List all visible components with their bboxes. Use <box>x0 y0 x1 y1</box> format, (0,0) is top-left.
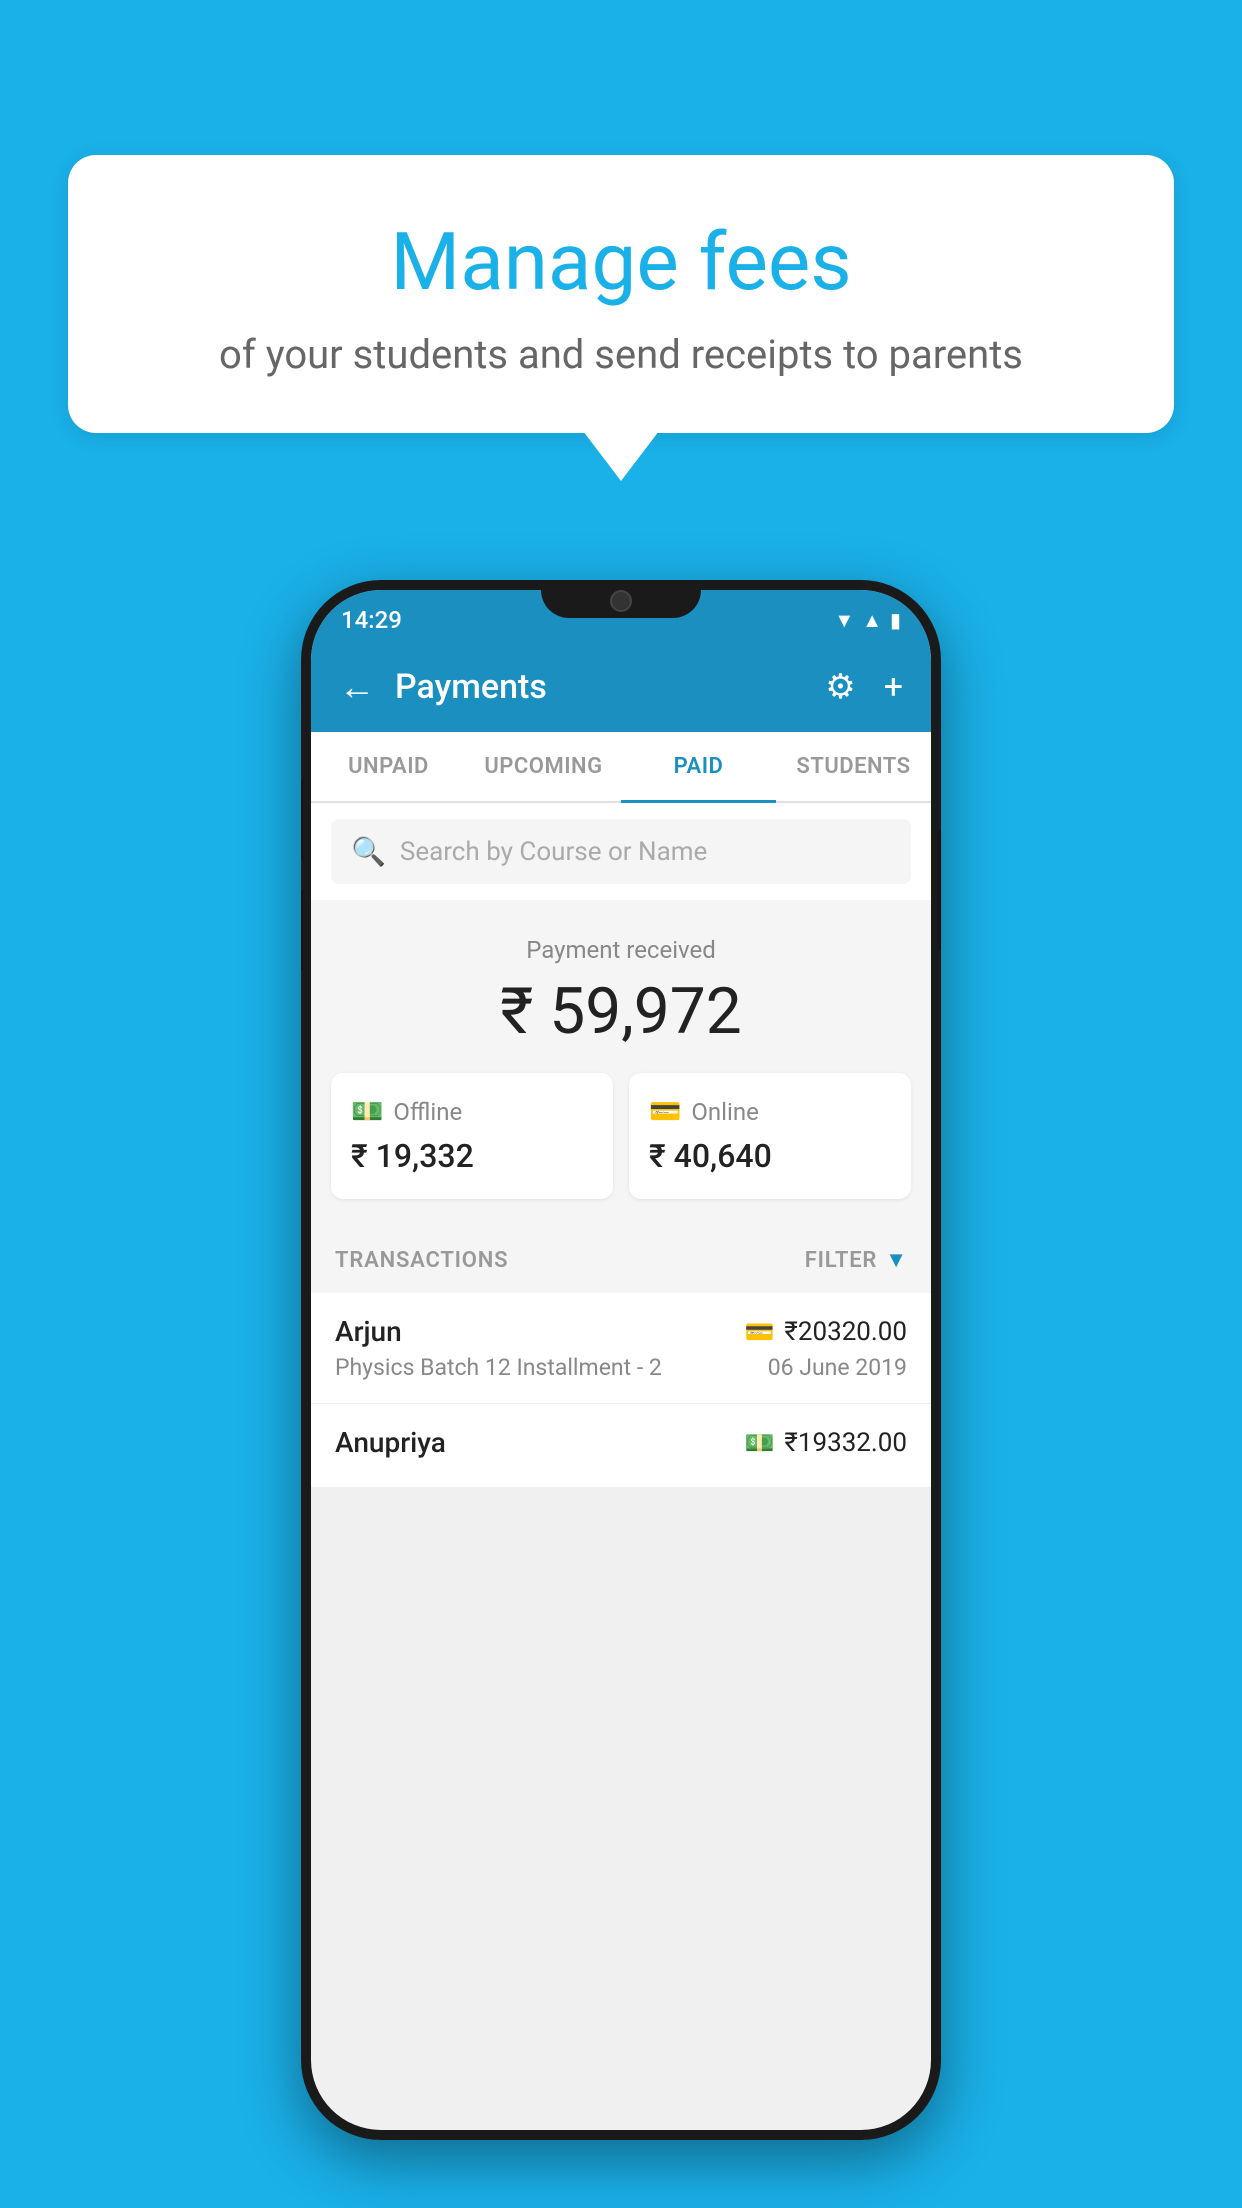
wifi-icon: ▼ <box>834 608 854 633</box>
tab-upcoming[interactable]: UPCOMING <box>466 732 621 801</box>
search-bar-container: 🔍 Search by Course or Name <box>311 803 931 900</box>
offline-card: 💵 Offline ₹ 19,332 <box>331 1073 613 1199</box>
offline-card-header: 💵 Offline <box>351 1097 593 1127</box>
offline-transaction-icon: 💵 <box>745 1429 775 1457</box>
table-row[interactable]: Arjun 💳 ₹20320.00 Physics Batch 12 Insta… <box>311 1293 931 1404</box>
table-row[interactable]: Anupriya 💵 ₹19332.00 <box>311 1404 931 1488</box>
transaction-name: Arjun <box>335 1315 402 1348</box>
online-transaction-icon: 💳 <box>745 1318 775 1346</box>
volume-down-button <box>301 890 303 970</box>
transaction-list: Arjun 💳 ₹20320.00 Physics Batch 12 Insta… <box>311 1293 931 1488</box>
transaction-amount: ₹19332.00 <box>784 1428 907 1458</box>
transaction-name: Anupriya <box>335 1426 446 1459</box>
payment-cards: 💵 Offline ₹ 19,332 💳 Online ₹ 40,640 <box>331 1073 911 1199</box>
tab-bar: UNPAID UPCOMING PAID STUDENTS <box>311 732 931 803</box>
transaction-row-top: Arjun 💳 ₹20320.00 <box>335 1315 907 1348</box>
speech-bubble: Manage fees of your students and send re… <box>68 155 1174 433</box>
offline-payment-icon: 💵 <box>351 1097 383 1127</box>
search-placeholder: Search by Course or Name <box>400 837 707 867</box>
transaction-row-bottom: Physics Batch 12 Installment - 2 06 June… <box>335 1354 907 1381</box>
phone-frame: 14:29 ▼ ▲ ▮ ← Payments ⚙ + <box>301 580 941 2140</box>
filter-label: FILTER <box>805 1248 877 1273</box>
transactions-label: TRANSACTIONS <box>335 1248 508 1273</box>
transaction-date: 06 June 2019 <box>768 1354 907 1381</box>
volume-up-button <box>301 780 303 860</box>
online-payment-icon: 💳 <box>649 1097 681 1127</box>
back-arrow-icon: ← <box>339 666 375 708</box>
page-background: Manage fees of your students and send re… <box>0 0 1242 2208</box>
add-icon[interactable]: + <box>884 667 903 707</box>
payment-received-label: Payment received <box>331 936 911 964</box>
settings-icon[interactable]: ⚙ <box>825 667 855 707</box>
power-button <box>939 830 941 950</box>
status-icons: ▼ ▲ ▮ <box>834 608 901 633</box>
tab-students[interactable]: STUDENTS <box>776 732 931 801</box>
app-bar-title: Payments <box>395 667 825 707</box>
tab-unpaid[interactable]: UNPAID <box>311 732 466 801</box>
search-icon: 🔍 <box>351 835 386 868</box>
transactions-header: TRANSACTIONS FILTER ▼ <box>311 1227 931 1293</box>
signal-icon: ▲ <box>862 608 882 633</box>
phone-camera <box>610 590 632 612</box>
tab-paid[interactable]: PAID <box>621 732 776 801</box>
transaction-amount-wrap: 💳 ₹20320.00 <box>745 1317 907 1347</box>
online-card-amount: ₹ 40,640 <box>649 1137 891 1175</box>
speech-bubble-container: Manage fees of your students and send re… <box>68 155 1174 433</box>
status-time: 14:29 <box>341 606 402 634</box>
online-card-type: Online <box>691 1098 758 1126</box>
transaction-row-top: Anupriya 💵 ₹19332.00 <box>335 1426 907 1459</box>
app-bar-actions: ⚙ + <box>825 667 903 707</box>
transaction-amount-wrap: 💵 ₹19332.00 <box>745 1428 907 1458</box>
filter-button[interactable]: FILTER ▼ <box>805 1247 907 1273</box>
filter-icon: ▼ <box>885 1247 907 1273</box>
back-button[interactable]: ← <box>339 666 375 708</box>
payment-total-amount: ₹ 59,972 <box>331 974 911 1049</box>
search-bar[interactable]: 🔍 Search by Course or Name <box>331 819 911 884</box>
speech-bubble-title: Manage fees <box>118 215 1124 309</box>
phone-notch <box>541 580 701 618</box>
offline-card-type: Offline <box>393 1098 462 1126</box>
transaction-amount: ₹20320.00 <box>784 1317 907 1347</box>
online-card-header: 💳 Online <box>649 1097 891 1127</box>
phone-screen: 14:29 ▼ ▲ ▮ ← Payments ⚙ + <box>311 590 931 2130</box>
payment-received-section: Payment received ₹ 59,972 💵 Offline ₹ 19… <box>311 900 931 1227</box>
app-bar: ← Payments ⚙ + <box>311 642 931 732</box>
battery-icon: ▮ <box>890 608 901 632</box>
speech-bubble-subtitle: of your students and send receipts to pa… <box>118 331 1124 378</box>
offline-card-amount: ₹ 19,332 <box>351 1137 593 1175</box>
online-card: 💳 Online ₹ 40,640 <box>629 1073 911 1199</box>
transaction-course: Physics Batch 12 Installment - 2 <box>335 1354 662 1381</box>
